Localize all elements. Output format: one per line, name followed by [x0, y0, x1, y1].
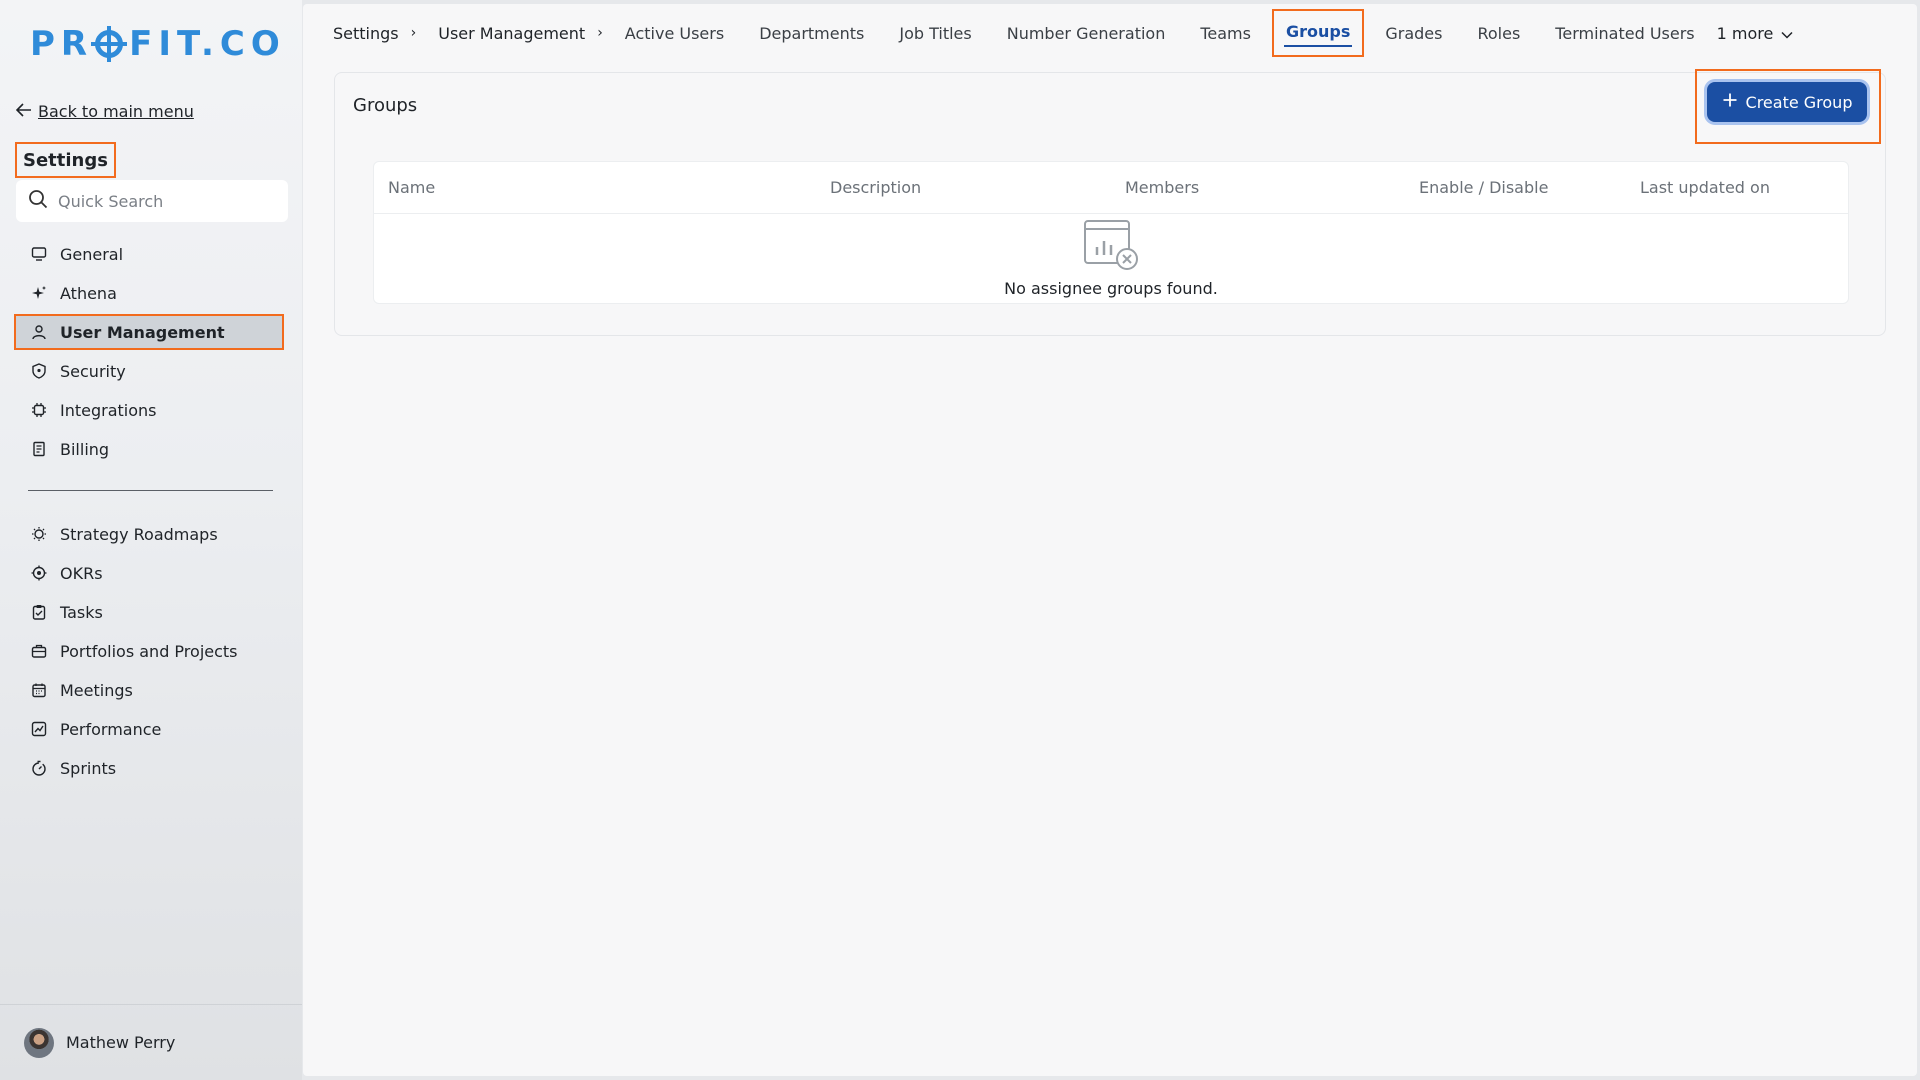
create-group-label: Create Group	[1745, 92, 1853, 112]
sidebar-item-sprints[interactable]: Sprints	[14, 750, 284, 786]
sidebar-item-label: Tasks	[60, 602, 103, 622]
table-header: Name Description Members Enable / Disabl…	[374, 162, 1848, 214]
logo-text-left: PR	[30, 24, 94, 64]
search-icon	[28, 189, 48, 213]
tab-terminated-users[interactable]: Terminated Users	[1555, 24, 1694, 43]
user-icon	[30, 323, 48, 341]
plus-icon	[1722, 92, 1738, 112]
column-header-last-updated-on[interactable]: Last updated on	[1640, 178, 1770, 197]
top-navigation: Settings › User Management › Active User…	[303, 4, 1917, 62]
empty-state-message: No assignee groups found.	[1004, 279, 1218, 298]
sidebar-item-meetings[interactable]: Meetings	[14, 672, 284, 708]
calendar-icon	[30, 681, 48, 699]
breadcrumb-settings[interactable]: Settings ›	[333, 24, 416, 43]
logo-text-right: FIT.CO	[129, 24, 286, 64]
target-logo-icon	[91, 26, 128, 62]
sidebar-item-tasks[interactable]: Tasks	[14, 594, 284, 630]
monitor-icon	[30, 245, 48, 263]
sidebar-item-user-management[interactable]: User Management	[14, 314, 284, 350]
sidebar-item-label: Billing	[60, 439, 110, 459]
create-group-highlight: Create Group	[1695, 69, 1881, 144]
empty-chart-icon	[1083, 219, 1139, 275]
modules-nav: Strategy Roadmaps OKRs Tasks Portfolios …	[14, 516, 284, 789]
sidebar-item-label: Strategy Roadmaps	[60, 524, 218, 544]
sidebar-item-label: Performance	[60, 719, 162, 739]
tab-active-users[interactable]: Active Users	[625, 24, 724, 43]
sidebar-item-label: Portfolios and Projects	[60, 641, 238, 661]
clipboard-check-icon	[30, 603, 48, 621]
sidebar-item-label: OKRs	[60, 563, 103, 583]
sidebar-item-strategy-roadmaps[interactable]: Strategy Roadmaps	[14, 516, 284, 552]
tab-groups-label: Groups	[1285, 22, 1351, 41]
more-tabs-label: 1 more	[1716, 23, 1774, 43]
active-tab-underline	[1283, 45, 1353, 47]
tab-roles[interactable]: Roles	[1477, 24, 1520, 43]
more-tabs-dropdown[interactable]: 1 more	[1717, 24, 1794, 43]
sidebar-item-general[interactable]: General	[14, 236, 284, 272]
sidebar-divider	[28, 490, 273, 491]
settings-heading: Settings	[15, 142, 116, 178]
sidebar-item-label: General	[60, 244, 124, 264]
receipt-icon	[30, 440, 48, 458]
sidebar-item-okrs[interactable]: OKRs	[14, 555, 284, 591]
sidebar-item-security[interactable]: Security	[14, 353, 284, 389]
page-title: Groups	[353, 95, 418, 116]
profit-co-logo[interactable]: PR FIT.CO	[30, 24, 286, 64]
column-header-name[interactable]: Name	[388, 178, 435, 197]
user-profile[interactable]: Mathew Perry	[0, 1004, 302, 1080]
sidebar-item-billing[interactable]: Billing	[14, 431, 284, 467]
groups-panel: Groups Create Group Name Description Mem…	[334, 69, 1886, 336]
tab-teams[interactable]: Teams	[1200, 24, 1251, 43]
sidebar: PR FIT.CO Back to main menu Settings Gen…	[0, 0, 302, 1080]
groups-table: Name Description Members Enable / Disabl…	[373, 161, 1849, 304]
sidebar-item-label: User Management	[60, 322, 225, 342]
chip-icon	[30, 401, 48, 419]
tab-departments[interactable]: Departments	[759, 24, 864, 43]
avatar	[24, 1027, 54, 1058]
breadcrumb-label: Settings	[333, 23, 399, 43]
sidebar-item-integrations[interactable]: Integrations	[14, 392, 284, 428]
tab-number-generation[interactable]: Number Generation	[1007, 24, 1166, 43]
create-group-button[interactable]: Create Group	[1707, 82, 1867, 122]
chevron-down-icon	[1781, 24, 1793, 43]
tab-grades[interactable]: Grades	[1385, 24, 1442, 43]
chart-line-icon	[30, 720, 48, 738]
column-header-description[interactable]: Description	[830, 178, 921, 197]
sidebar-item-label: Meetings	[60, 680, 133, 700]
bulb-icon	[30, 525, 48, 543]
column-header-members[interactable]: Members	[1125, 178, 1199, 197]
shield-icon	[30, 362, 48, 380]
sparkle-icon	[30, 284, 48, 302]
breadcrumb-separator-icon: ›	[410, 25, 417, 41]
breadcrumb-separator-icon: ›	[597, 25, 603, 41]
sidebar-item-performance[interactable]: Performance	[14, 711, 284, 747]
settings-nav: General Athena User Management Security …	[14, 236, 284, 470]
empty-state: No assignee groups found.	[374, 215, 1848, 303]
breadcrumb-user-management[interactable]: User Management ›	[438, 24, 603, 43]
back-link-label: Back to main menu	[38, 102, 194, 121]
briefcase-icon	[30, 642, 48, 660]
sidebar-item-label: Athena	[60, 283, 117, 303]
tab-groups[interactable]: Groups	[1271, 9, 1365, 57]
column-header-enable-disable[interactable]: Enable / Disable	[1419, 178, 1548, 197]
sidebar-item-label: Sprints	[60, 758, 117, 778]
sidebar-item-label: Integrations	[60, 400, 157, 420]
sidebar-item-portfolios-and-projects[interactable]: Portfolios and Projects	[14, 633, 284, 669]
quick-search-input[interactable]	[58, 191, 278, 211]
breadcrumb-label: User Management	[438, 23, 586, 43]
quick-search[interactable]	[16, 180, 288, 222]
stopwatch-icon	[30, 759, 48, 777]
sidebar-item-label: Security	[60, 361, 126, 381]
arrow-left-icon	[15, 102, 32, 121]
target-icon	[30, 564, 48, 582]
user-name: Mathew Perry	[66, 1033, 176, 1052]
sidebar-item-athena[interactable]: Athena	[14, 275, 284, 311]
tab-job-titles[interactable]: Job Titles	[899, 24, 971, 43]
main-content: Settings › User Management › Active User…	[303, 4, 1917, 1076]
back-to-main-menu-link[interactable]: Back to main menu	[15, 102, 194, 121]
